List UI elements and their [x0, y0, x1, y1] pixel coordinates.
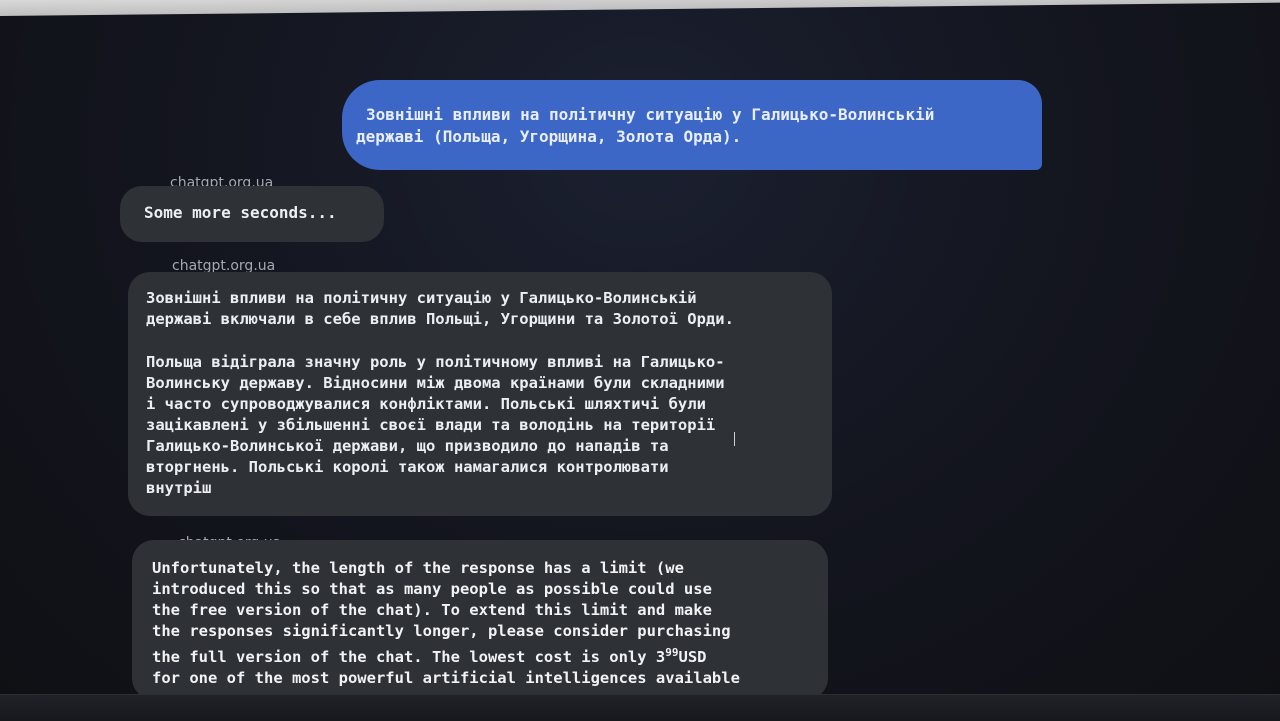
limit-notice-bubble: Unfortunately, the length of the respons… [132, 540, 828, 700]
answer-line: зацікавлені у збільшенні своєї влади та … [146, 416, 716, 434]
loading-message-text: Some more seconds... [144, 203, 337, 222]
loading-message-bubble: Some more seconds... [120, 186, 384, 242]
input-bar-edge [0, 694, 1280, 721]
answer-line: Зовнішні впливи на політичну ситуацію у … [146, 289, 697, 307]
answer-line: державі включали в себе вплив Польщі, Уг… [146, 310, 734, 328]
answer-line: і часто супроводжувалися конфліктами. По… [146, 395, 706, 413]
notice-line: for one of the most powerful artificial … [152, 669, 740, 688]
answer-line: внутріш [146, 479, 212, 497]
price-cents: 99 [665, 646, 679, 659]
user-message-bubble: Зовнішні впливи на політичну ситуацію у … [342, 80, 1042, 170]
answer-line: Волинську державу. Відносини між двома к… [146, 374, 725, 392]
answer-bubble: Зовнішні впливи на політичну ситуацію у … [128, 272, 832, 516]
answer-paragraph: Зовнішні впливи на політичну ситуацію у … [146, 288, 814, 330]
answer-paragraph: Польща відіграла значну роль у політично… [146, 352, 814, 499]
chat-area: Зовнішні впливи на політичну ситуацію у … [0, 0, 1280, 720]
notice-line: introduced this so that as many people a… [152, 580, 712, 598]
price-line: the full version of the chat. The lowest… [152, 642, 808, 668]
user-message-line: державі (Польща, Угорщина, Золота Орда). [356, 127, 742, 146]
notice-line: the responses significantly longer, plea… [152, 622, 731, 640]
notice-line: Unfortunately, the length of the respons… [152, 559, 684, 577]
notice-line: the free version of the chat). To extend… [152, 601, 712, 619]
answer-line: Польща відіграла значну роль у політично… [146, 353, 725, 371]
text-cursor-icon [734, 432, 735, 446]
price-text: the full version of the chat. The lowest… [152, 648, 666, 667]
price-currency: USD [678, 648, 707, 667]
user-message-line: Зовнішні впливи на політичну ситуацію у … [366, 105, 935, 124]
answer-line: Галицько-Волинської держави, що призводи… [146, 437, 669, 455]
answer-line: вторгнень. Польські королі також намагал… [146, 458, 669, 476]
